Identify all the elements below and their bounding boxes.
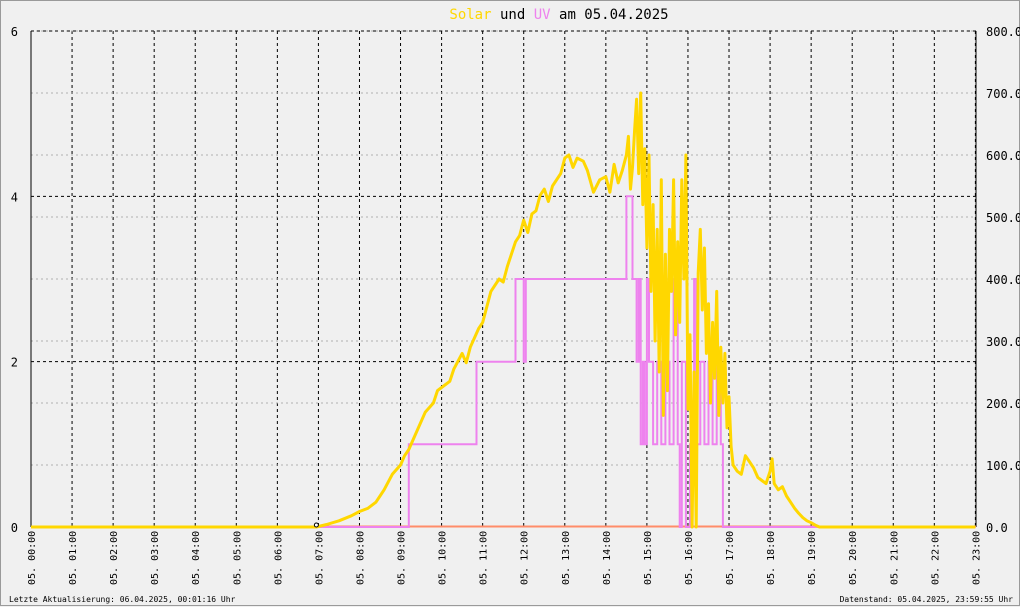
x-tick-label: 05. 08:00: [355, 531, 366, 585]
x-tick-label: 05. 14:00: [602, 531, 613, 585]
right-tick-label: 700.0: [986, 87, 1020, 101]
x-tick-label: 05. 21:00: [889, 531, 900, 585]
right-tick-label: 800.0: [986, 25, 1020, 39]
x-tick-label: 05. 13:00: [561, 531, 572, 585]
title-solar: Solar: [449, 7, 491, 23]
right-tick-label: 100.0: [986, 459, 1020, 473]
right-tick-label: 0.0: [986, 521, 1008, 535]
left-tick-label: 6: [11, 25, 18, 39]
chart-title: Solar und UV am 05.04.2025: [449, 7, 668, 23]
left-tick-label: 2: [11, 356, 18, 370]
right-tick-label: 600.0: [986, 149, 1020, 163]
x-tick-label: 05. 20:00: [848, 531, 859, 585]
x-tick-label: 05. 22:00: [930, 531, 941, 585]
footer-last-update: Letzte Aktualisierung: 06.04.2025, 00:01…: [9, 595, 236, 604]
x-tick-label: 05. 02:00: [109, 531, 120, 585]
series-lines: [31, 91, 976, 529]
uv-series-line: [31, 195, 976, 528]
right-axis-tick-labels: 0.0 100.0 200.0 300.0 400.0 500.0 600.0 700.0 80…: [986, 25, 1020, 535]
left-axis-tick-labels: 0 2 4 6: [11, 25, 18, 535]
right-tick-label: 500.0: [986, 211, 1020, 225]
x-tick-label: 05. 23:00: [971, 531, 982, 585]
right-tick-label: 400.0: [986, 273, 1020, 287]
x-tick-label: 05. 09:00: [397, 531, 408, 585]
x-tick-label: 05. 03:00: [150, 531, 161, 585]
x-tick-label: 05. 19:00: [807, 531, 818, 585]
right-tick-label: 300.0: [986, 335, 1020, 349]
x-axis-tick-labels: 05. 00:00 05. 01:00 05. 02:00 05. 03:00 05. …: [27, 531, 982, 585]
footer-data-status: Datenstand: 05.04.2025, 23:59:55 Uhr: [840, 595, 1014, 604]
left-tick-label: 0: [11, 521, 18, 535]
x-tick-label: 05. 15:00: [643, 531, 654, 585]
solar-uv-chart: 0 2 4 6 0.0 100.0 200.0 300.0 400.0 500.0 600.0 70…: [9, 7, 1020, 604]
left-tick-label: 4: [11, 190, 18, 204]
x-tick-label: 05. 06:00: [273, 531, 284, 585]
x-tick-label: 05. 11:00: [479, 531, 490, 585]
x-tick-label: 05. 01:00: [68, 531, 79, 585]
solar-series-line: [31, 91, 976, 529]
x-tick-label: 05. 16:00: [684, 531, 695, 585]
chart-frame: 0 2 4 6 0.0 100.0 200.0 300.0 400.0 500.0 600.0 70…: [0, 0, 1020, 606]
x-tick-label: 05. 10:00: [438, 531, 449, 585]
sunrise-marker: [313, 522, 319, 528]
title-uv: UV: [534, 7, 551, 23]
right-tick-label: 200.0: [986, 397, 1020, 411]
x-tick-label: 05. 17:00: [725, 531, 736, 585]
x-tick-label: 05. 00:00: [27, 531, 38, 585]
title-und: und: [500, 7, 525, 23]
x-tick-label: 05. 04:00: [191, 531, 202, 585]
x-tick-label: 05. 07:00: [314, 531, 325, 585]
title-rest: am 05.04.2025: [559, 7, 669, 23]
x-tick-label: 05. 05:00: [232, 531, 243, 585]
x-tick-label: 05. 12:00: [520, 531, 531, 585]
x-tick-label: 05. 18:00: [766, 531, 777, 585]
